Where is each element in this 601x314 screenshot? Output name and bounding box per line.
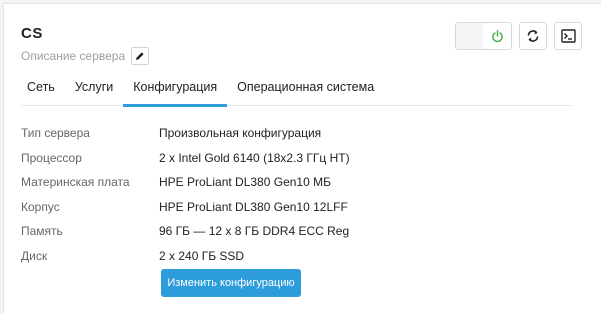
reboot-button[interactable] — [519, 22, 547, 50]
power-toggle-off[interactable] — [456, 23, 483, 49]
pencil-icon — [136, 52, 144, 60]
config-value: 2 x 240 ГБ SSD — [159, 248, 245, 263]
tab-operating-system[interactable]: Операционная система — [227, 74, 384, 106]
description-row: Описание сервера — [21, 47, 150, 65]
edit-description-button[interactable] — [131, 47, 150, 65]
config-value: 96 ГБ — 12 x 8 ГБ DDR4 ECC Reg — [159, 224, 350, 239]
configuration-list: Тип сервера Произвольная конфигурация Пр… — [21, 121, 350, 268]
config-row-server-type: Тип сервера Произвольная конфигурация — [21, 121, 350, 146]
config-row-chassis: Корпус HPE ProLiant DL380 Gen10 12LFF — [21, 195, 350, 220]
change-configuration-button[interactable]: Изменить конфигурацию — [161, 269, 301, 297]
tab-configuration[interactable]: Конфигурация — [123, 74, 228, 107]
console-button[interactable] — [554, 22, 582, 50]
config-value: HPE ProLiant DL380 Gen10 12LFF — [159, 199, 348, 214]
tab-bar: Сеть Услуги Конфигурация Операционная си… — [21, 74, 573, 107]
config-row-processor: Процессор 2 x Intel Gold 6140 (18x2.3 ГГ… — [21, 146, 350, 171]
config-key: Тип сервера — [21, 126, 90, 141]
config-row-memory: Память 96 ГБ — 12 x 8 ГБ DDR4 ECC Reg — [21, 219, 350, 244]
server-controls — [455, 22, 582, 50]
refresh-icon — [527, 30, 539, 42]
power-button[interactable] — [483, 23, 511, 49]
tab-network[interactable]: Сеть — [21, 74, 65, 106]
config-key: Диск — [21, 248, 48, 263]
config-row-disk: Диск 2 x 240 ГБ SSD — [21, 244, 350, 269]
power-toggle[interactable] — [455, 22, 512, 50]
power-icon — [491, 29, 503, 42]
terminal-icon — [560, 29, 576, 43]
config-row-motherboard: Материнская плата HPE ProLiant DL380 Gen… — [21, 170, 350, 195]
config-key: Память — [21, 224, 63, 239]
tab-services[interactable]: Услуги — [65, 74, 123, 106]
server-card: CS Описание сервера Сеть Услуги Конфигур… — [3, 3, 601, 314]
config-key: Корпус — [21, 199, 60, 214]
config-value: HPE ProLiant DL380 Gen10 МБ — [159, 175, 331, 190]
config-key: Процессор — [21, 150, 82, 165]
config-value: 2 x Intel Gold 6140 (18x2.3 ГГц HT) — [159, 150, 350, 165]
server-name: CS — [21, 25, 43, 42]
config-key: Материнская плата — [21, 175, 130, 190]
config-value: Произвольная конфигурация — [159, 126, 322, 141]
server-description: Описание сервера — [21, 49, 126, 63]
